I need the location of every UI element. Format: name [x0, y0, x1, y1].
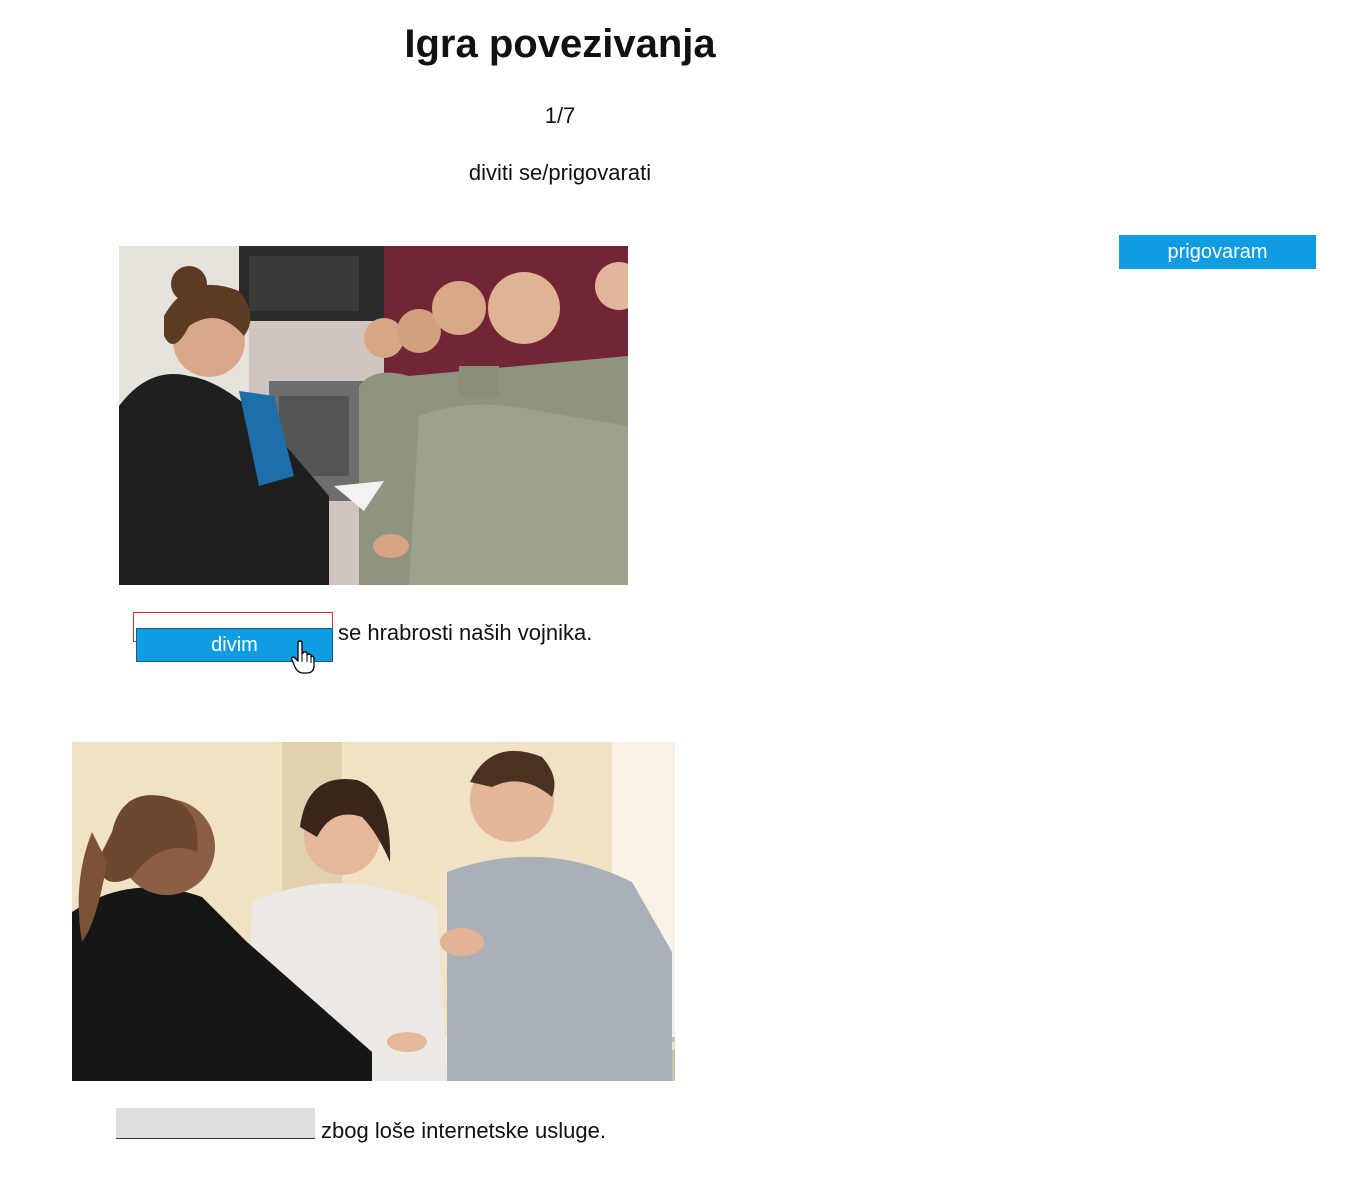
sentence-2-text: zbog loše internetske usluge. [321, 1118, 606, 1143]
soldiers-handshake-photo [119, 246, 628, 585]
word-chip-prigovaram[interactable]: prigovaram [1119, 235, 1316, 269]
page-title: Igra povezivanja [404, 22, 716, 66]
word-chip-divim[interactable]: divim [136, 628, 333, 662]
answer-drop-slot-2[interactable] [116, 1108, 315, 1139]
progress-counter: 1/7 [544, 103, 576, 128]
office-complaint-photo [72, 742, 675, 1081]
verb-pair-label: diviti se/prigovarati [468, 160, 652, 185]
sentence-1-text: se hrabrosti naših vojnika. [338, 620, 593, 645]
